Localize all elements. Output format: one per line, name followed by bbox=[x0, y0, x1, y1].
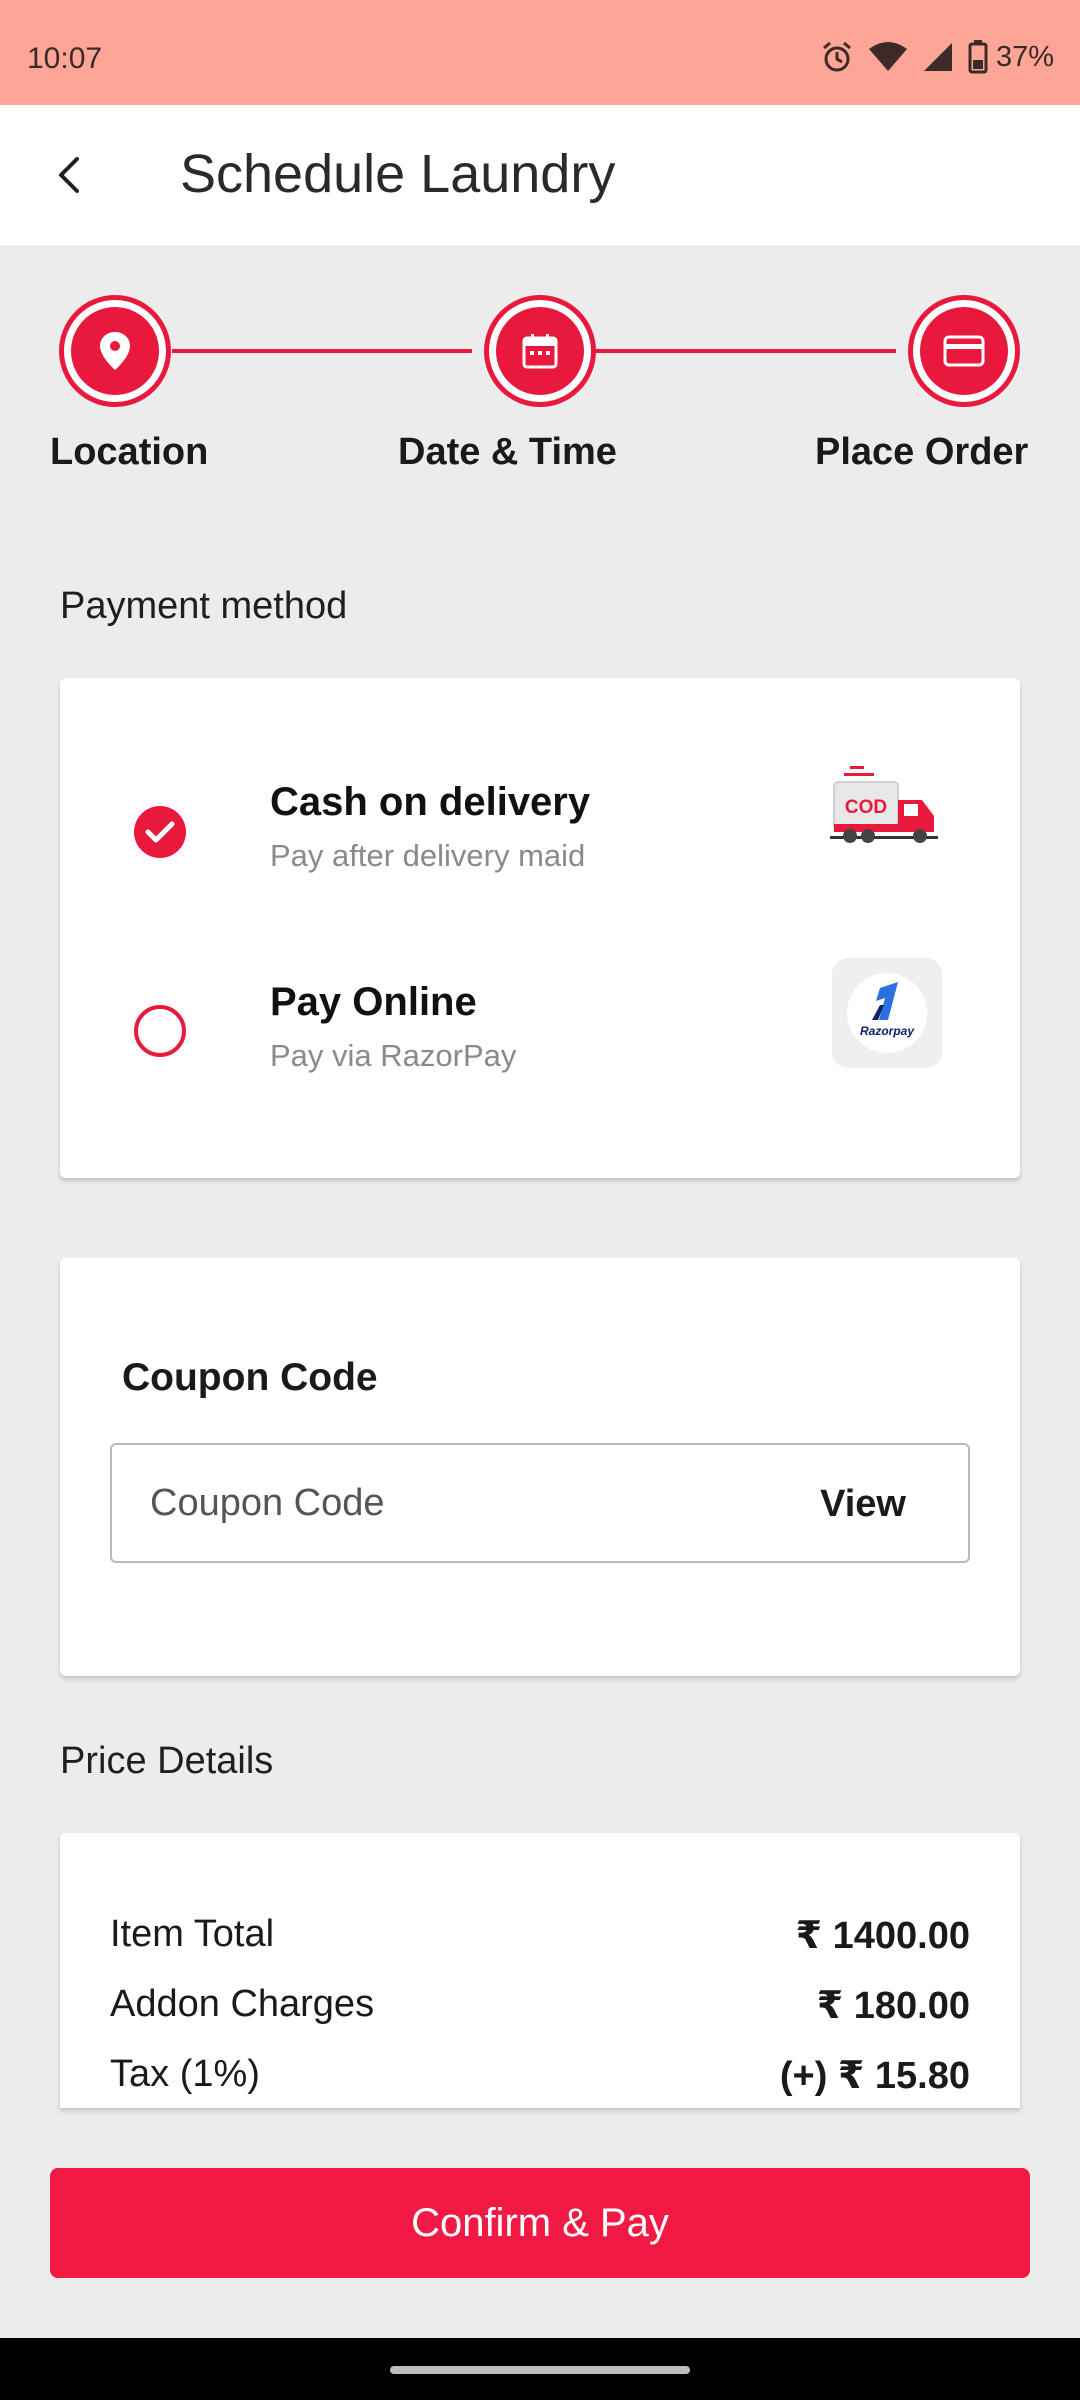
step-label-place-order: Place Order bbox=[815, 431, 1029, 473]
price-label: Item Total bbox=[110, 1913, 275, 1955]
payment-method-card: Cash on delivery Pay after delivery maid… bbox=[60, 678, 1020, 1178]
svg-text:COD: COD bbox=[845, 797, 887, 818]
checkout-stepper: Location Date & Time Place Order bbox=[0, 245, 1080, 505]
card-icon bbox=[943, 335, 985, 367]
step-label-date-time: Date & Time bbox=[398, 431, 617, 473]
cod-radio[interactable] bbox=[134, 806, 186, 858]
confirm-pay-button[interactable]: Confirm & Pay bbox=[50, 2168, 1030, 2278]
payment-method-heading: Payment method bbox=[60, 585, 348, 627]
coupon-view-button[interactable]: View bbox=[820, 1483, 906, 1526]
coupon-card: Coupon Code View bbox=[60, 1258, 1020, 1676]
price-label: Addon Charges bbox=[110, 1983, 375, 2025]
payment-option-online[interactable]: Pay Online Pay via RazorPay Razorpay bbox=[60, 948, 1020, 1088]
system-nav-bar bbox=[0, 2338, 1080, 2400]
razorpay-logo-icon: Razorpay bbox=[832, 958, 942, 1068]
calendar-icon bbox=[522, 334, 558, 369]
battery-percent: 37% bbox=[995, 40, 1054, 73]
back-arrow-icon bbox=[59, 157, 79, 193]
payment-option-cod[interactable]: Cash on delivery Pay after delivery maid… bbox=[60, 748, 1020, 888]
alarm-icon bbox=[822, 41, 851, 72]
status-time: 10:07 bbox=[27, 42, 103, 75]
page-title: Schedule Laundry bbox=[180, 144, 616, 204]
coupon-label: Coupon Code bbox=[122, 1356, 378, 1399]
status-icons: 37% bbox=[820, 40, 1054, 74]
coupon-field: View bbox=[110, 1443, 970, 1563]
step-place-order[interactable] bbox=[908, 295, 1020, 407]
price-details-heading: Price Details bbox=[60, 1740, 274, 1782]
price-details-card: Item Total ₹ 1400.00 Addon Charges ₹ 180… bbox=[60, 1833, 1020, 2108]
svg-text:Razorpay: Razorpay bbox=[860, 1024, 915, 1038]
step-label-location: Location bbox=[50, 431, 209, 473]
price-value: ₹ 1400.00 bbox=[795, 1915, 970, 1957]
back-button[interactable] bbox=[40, 145, 100, 205]
coupon-input[interactable] bbox=[150, 1473, 750, 1533]
pay-online-title: Pay Online bbox=[270, 980, 477, 1024]
status-bar: 10:07 37% bbox=[0, 0, 1080, 105]
step-location[interactable] bbox=[59, 295, 171, 407]
price-label: Tax (1%) bbox=[110, 2053, 260, 2095]
cod-truck-icon: COD bbox=[830, 766, 938, 843]
pay-online-subtitle: Pay via RazorPay bbox=[270, 1038, 517, 1073]
price-value: ₹ 180.00 bbox=[816, 1985, 970, 2027]
home-gesture-handle[interactable] bbox=[390, 2366, 690, 2374]
cod-subtitle: Pay after delivery maid bbox=[270, 838, 586, 873]
step-date-time[interactable] bbox=[484, 295, 596, 407]
app-bar: Schedule Laundry bbox=[0, 105, 1080, 245]
price-row-addon: Addon Charges ₹ 180.00 bbox=[110, 1983, 970, 2043]
step-connector bbox=[596, 349, 896, 353]
pay-online-radio[interactable] bbox=[134, 1005, 186, 1057]
step-connector bbox=[172, 349, 472, 353]
signal-icon bbox=[923, 43, 952, 71]
price-value: (+) ₹ 15.80 bbox=[779, 2055, 970, 2097]
price-row-tax: Tax (1%) (+) ₹ 15.80 bbox=[110, 2053, 970, 2113]
check-icon bbox=[145, 821, 175, 843]
battery-icon bbox=[968, 40, 988, 74]
price-row-item-total: Item Total ₹ 1400.00 bbox=[110, 1913, 970, 1973]
cod-title: Cash on delivery bbox=[270, 780, 591, 824]
location-pin-icon bbox=[100, 332, 130, 370]
wifi-icon bbox=[868, 42, 907, 71]
